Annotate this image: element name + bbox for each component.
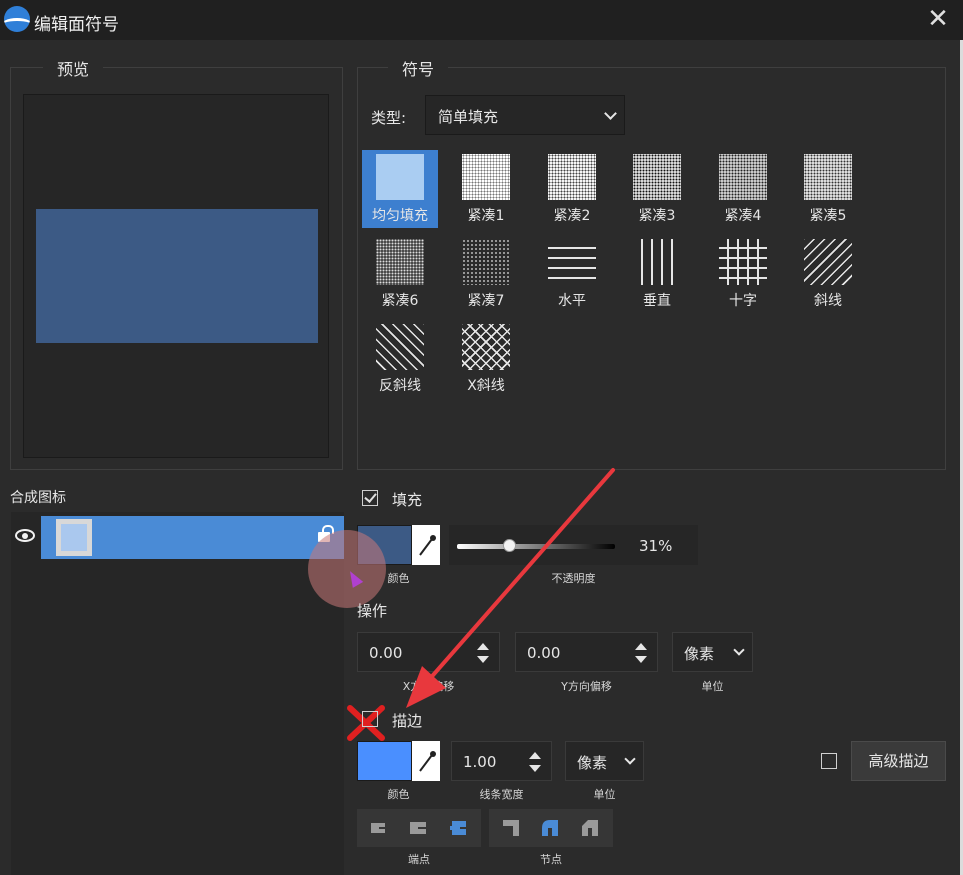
pattern-label: 紧凑4 xyxy=(724,208,762,224)
pattern-uniform[interactable]: 均匀填充 xyxy=(362,150,438,228)
pattern-label: 水平 xyxy=(558,293,586,309)
horizontal-swatch xyxy=(548,239,596,285)
app-logo-icon xyxy=(4,6,30,32)
stroke-eyedropper-button[interactable] xyxy=(412,741,440,781)
endpoint-caption: 端点 xyxy=(408,853,430,866)
miter-join-icon[interactable] xyxy=(501,818,521,838)
round-cap-icon[interactable] xyxy=(448,818,468,838)
stroke-unit-select[interactable]: 像素 xyxy=(565,741,644,781)
cross-swatch xyxy=(719,239,767,285)
preview-title: 预览 xyxy=(43,56,104,80)
stroke-color-caption: 颜色 xyxy=(387,788,410,801)
backslash-swatch xyxy=(376,324,424,370)
endpoint-group xyxy=(357,809,481,847)
layer-row[interactable] xyxy=(41,516,344,559)
offset-unit-value: 像素 xyxy=(684,645,715,663)
stroke-width-input[interactable]: 1.00 xyxy=(451,741,552,781)
preview-canvas xyxy=(23,94,329,458)
node-caption: 节点 xyxy=(540,853,562,866)
pattern-horizontal[interactable]: 水平 xyxy=(534,235,610,313)
pattern-label: 反斜线 xyxy=(379,378,421,394)
stroke-width-value: 1.00 xyxy=(463,753,497,771)
stroke-color-swatch[interactable] xyxy=(357,741,412,781)
pattern-dense4[interactable]: 紧凑4 xyxy=(705,150,781,228)
chevron-down-icon xyxy=(624,753,636,765)
type-label: 类型: xyxy=(371,109,407,127)
advanced-stroke-button[interactable]: 高级描边 xyxy=(851,741,946,781)
pattern-label: 紧凑7 xyxy=(467,293,505,309)
stroke-checkbox[interactable] xyxy=(362,711,378,727)
pattern-label: 紧凑2 xyxy=(553,208,591,224)
vertical-swatch xyxy=(633,239,681,285)
close-button[interactable]: ✕ xyxy=(925,6,951,32)
symbol-title: 符号 xyxy=(388,56,449,80)
advanced-stroke-checkbox[interactable] xyxy=(821,753,837,769)
pattern-cross[interactable]: 十字 xyxy=(705,235,781,313)
pattern-label: 紧凑3 xyxy=(638,208,676,224)
dense1-swatch xyxy=(462,154,510,200)
stroke-width-caption: 线条宽度 xyxy=(479,788,524,801)
stroke-unit-caption: 单位 xyxy=(593,788,616,801)
eye-icon[interactable] xyxy=(15,529,35,542)
offset-unit-caption: 单位 xyxy=(701,680,724,693)
stroke-label: 描边 xyxy=(392,712,423,730)
pattern-label: X斜线 xyxy=(467,378,505,394)
node-group xyxy=(489,809,613,847)
pattern-dense1[interactable]: 紧凑1 xyxy=(448,150,524,228)
dense6-swatch xyxy=(376,239,424,285)
pattern-dense2[interactable]: 紧凑2 xyxy=(534,150,610,228)
decrement-icon[interactable] xyxy=(529,765,541,772)
pattern-label: 紧凑5 xyxy=(809,208,847,224)
pattern-label: 均匀填充 xyxy=(372,208,428,224)
dense7-swatch xyxy=(462,239,510,285)
pattern-dense3[interactable]: 紧凑3 xyxy=(619,150,695,228)
diagonal-swatch xyxy=(804,239,852,285)
opacity-value: 31% xyxy=(639,537,673,555)
offset-unit-select[interactable]: 像素 xyxy=(672,632,753,672)
dense4-swatch xyxy=(719,154,767,200)
chevron-down-icon xyxy=(604,107,617,120)
pattern-dense5[interactable]: 紧凑5 xyxy=(790,150,866,228)
pattern-label: 十字 xyxy=(729,293,757,309)
pattern-label: 垂直 xyxy=(643,293,671,309)
layer-thumbnail xyxy=(56,519,92,556)
pattern-x-diagonal[interactable]: X斜线 xyxy=(448,320,524,398)
round-join-icon[interactable] xyxy=(540,818,560,838)
uniform-fill-swatch xyxy=(376,154,424,200)
layer-list xyxy=(11,512,344,875)
pattern-label: 斜线 xyxy=(814,293,842,309)
pattern-backslash[interactable]: 反斜线 xyxy=(362,320,438,398)
pattern-vertical[interactable]: 垂直 xyxy=(619,235,695,313)
pattern-diagonal[interactable]: 斜线 xyxy=(790,235,866,313)
chevron-down-icon xyxy=(733,644,745,656)
annotation-arrow xyxy=(347,468,615,741)
increment-icon[interactable] xyxy=(635,643,647,650)
window-title: 编辑面符号 xyxy=(34,15,119,35)
square-cap-icon[interactable] xyxy=(408,818,428,838)
layers-title: 合成图标 xyxy=(10,490,66,506)
decrement-icon[interactable] xyxy=(635,656,647,663)
dense3-swatch xyxy=(633,154,681,200)
pattern-label: 紧凑1 xyxy=(467,208,505,224)
stroke-unit-value: 像素 xyxy=(577,754,608,772)
type-select[interactable]: 简单填充 xyxy=(425,95,625,135)
pattern-label: 紧凑6 xyxy=(381,293,419,309)
bevel-join-icon[interactable] xyxy=(580,818,600,838)
pattern-dense6[interactable]: 紧凑6 xyxy=(362,235,438,313)
dense2-swatch xyxy=(548,154,596,200)
title-bar: 编辑面符号 ✕ xyxy=(0,0,963,40)
preview-shape xyxy=(36,209,318,343)
dense5-swatch xyxy=(804,154,852,200)
eyedropper-icon xyxy=(419,751,436,772)
type-select-value: 简单填充 xyxy=(438,108,499,126)
pattern-dense7[interactable]: 紧凑7 xyxy=(448,235,524,313)
increment-icon[interactable] xyxy=(529,752,541,759)
butt-cap-icon[interactable] xyxy=(369,818,389,838)
x-diagonal-swatch xyxy=(462,324,510,370)
